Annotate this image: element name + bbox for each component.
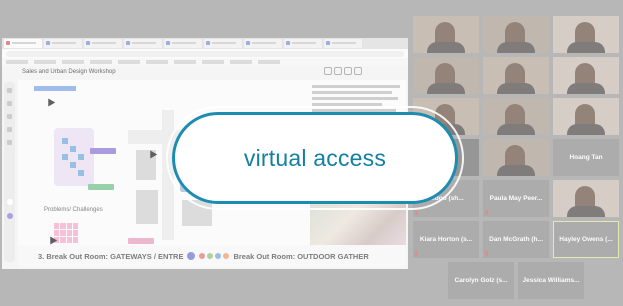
address-bar <box>2 49 408 58</box>
undo-icon[interactable] <box>324 67 332 75</box>
sticky-note[interactable] <box>78 170 84 176</box>
text-tool-icon[interactable] <box>7 101 12 106</box>
virtual-access-label: virtual access <box>243 144 387 171</box>
breakout-icon[interactable] <box>187 252 196 260</box>
bookmarks-bar <box>2 58 408 66</box>
participant-tile[interactable]: Kiara Horton (s... <box>413 221 479 258</box>
settings-icon[interactable] <box>354 67 362 75</box>
browser-tab[interactable] <box>4 39 42 48</box>
bookmark[interactable] <box>6 60 28 64</box>
browser-tab[interactable] <box>84 39 122 48</box>
video-tile[interactable] <box>483 139 549 176</box>
sticky-note[interactable] <box>88 184 114 190</box>
canvas-toolbar <box>4 82 15 262</box>
browser-tab[interactable] <box>324 39 362 48</box>
sticky-note-icon[interactable] <box>7 114 12 119</box>
bookmark[interactable] <box>118 60 140 64</box>
shape-tool-icon[interactable] <box>7 127 12 132</box>
video-tile[interactable] <box>413 57 479 94</box>
browser-tab[interactable] <box>124 39 162 48</box>
video-tile[interactable] <box>553 98 619 135</box>
participant-tile[interactable]: Paula May Peer... <box>483 180 549 217</box>
participant-name: Dan McGrath (h... <box>489 236 543 243</box>
participant-name: Hayley Owens (... <box>559 236 613 243</box>
sticky-note[interactable] <box>70 146 76 152</box>
participant-name: Jessica Williams... <box>522 277 580 284</box>
breakout-room-label: 3. Break Out Room: GATEWAYS / ENTRE <box>38 251 184 261</box>
browser-tab[interactable] <box>204 39 242 48</box>
muted-mic-icon <box>485 251 488 256</box>
video-tile[interactable] <box>413 16 479 53</box>
bookmark[interactable] <box>146 60 168 64</box>
video-tile[interactable] <box>483 57 549 94</box>
video-tile[interactable] <box>553 57 619 94</box>
participant-name: Hoang Tan <box>569 154 603 161</box>
board-tools <box>324 67 362 75</box>
select-tool-icon[interactable] <box>7 88 12 93</box>
sticky-note[interactable] <box>70 162 76 168</box>
muted-mic-icon <box>415 210 418 215</box>
video-tile[interactable] <box>553 16 619 53</box>
sticky-note[interactable] <box>62 154 68 160</box>
sticky-note[interactable] <box>62 138 68 144</box>
muted-mic-icon <box>415 251 418 256</box>
video-tile[interactable] <box>483 16 549 53</box>
video-tile[interactable] <box>483 98 549 135</box>
canvas-label: Problems/ Challenges <box>44 207 103 213</box>
participant-tile[interactable]: Jessica Williams... <box>518 262 584 299</box>
board-title: Sales and Urban Design Workshop <box>22 69 116 75</box>
cursor-icon <box>44 96 56 107</box>
url-field[interactable] <box>6 50 404 57</box>
zone-region <box>54 128 94 186</box>
bookmark[interactable] <box>174 60 196 64</box>
share-icon[interactable] <box>344 67 352 75</box>
pen-tool-icon[interactable] <box>7 140 12 145</box>
breakout-room-label: Break Out Room: OUTDOOR GATHER <box>233 251 369 261</box>
virtual-access-badge: virtual access <box>166 106 464 210</box>
browser-tab[interactable] <box>164 39 202 48</box>
reaction-icons[interactable] <box>199 253 230 259</box>
participant-name: Kiara Horton (s... <box>419 236 473 243</box>
muted-mic-icon <box>485 210 488 215</box>
browser-tab[interactable] <box>44 39 82 48</box>
bookmark[interactable] <box>34 60 56 64</box>
browser-tab-bar <box>2 38 408 49</box>
sticky-note[interactable] <box>78 154 84 160</box>
participant-name: Carolyn Golz (s... <box>454 277 508 284</box>
bookmark[interactable] <box>62 60 84 64</box>
sticky-note[interactable] <box>34 86 76 91</box>
breakout-bar: 3. Break Out Room: GATEWAYS / ENTRE Brea… <box>18 245 406 267</box>
participant-name: Paula May Peer... <box>489 195 543 202</box>
sticky-cluster <box>54 223 78 243</box>
bookmark[interactable] <box>230 60 252 64</box>
zoom-dot-icon[interactable] <box>6 199 13 205</box>
participant-tile[interactable]: Hoang Tan <box>553 139 619 176</box>
video-tile[interactable] <box>553 180 619 217</box>
participant-tile[interactable]: Carolyn Golz (s... <box>448 262 514 299</box>
browser-tab[interactable] <box>284 39 322 48</box>
participant-tile[interactable]: Dan McGrath (h... <box>483 221 549 258</box>
active-speaker-tile[interactable]: Hayley Owens (... <box>553 221 619 258</box>
avatar[interactable] <box>6 213 13 219</box>
redo-icon[interactable] <box>334 67 342 75</box>
bookmark[interactable] <box>202 60 224 64</box>
browser-tab[interactable] <box>244 39 282 48</box>
sticky-note[interactable] <box>90 148 116 154</box>
sticky-note[interactable] <box>128 238 154 244</box>
bookmark[interactable] <box>258 60 280 64</box>
board-header: Sales and Urban Design Workshop <box>2 66 408 78</box>
bookmark[interactable] <box>90 60 112 64</box>
